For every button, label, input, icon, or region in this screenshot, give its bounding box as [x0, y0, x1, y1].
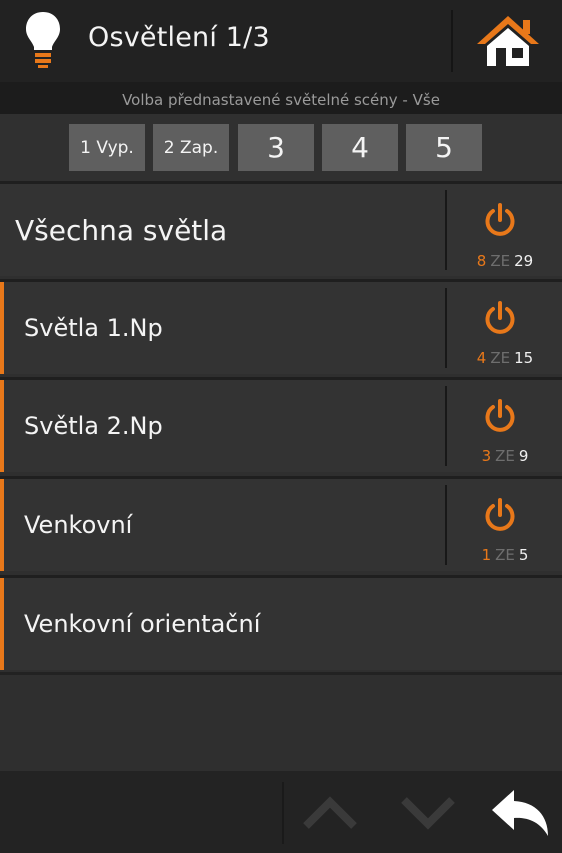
- header-divider: [451, 10, 453, 72]
- lights-on-count: 1 ZE 5: [448, 546, 562, 564]
- of-label: ZE: [490, 349, 511, 367]
- of-label: ZE: [495, 447, 515, 465]
- group-label: Všechna světla: [15, 213, 228, 247]
- row-divider: [445, 386, 447, 466]
- scene-button-1[interactable]: 1 Vyp.: [69, 124, 145, 171]
- footer-bar: [0, 771, 562, 853]
- lights-on-count: 3 ZE 9: [448, 447, 562, 465]
- row-divider: [445, 288, 447, 368]
- scene-button-2[interactable]: 2 Zap.: [153, 124, 229, 171]
- group-label: Venkovní: [24, 511, 133, 539]
- power-icon[interactable]: [482, 300, 518, 336]
- lights-on-count: 8 ZE 29: [448, 252, 562, 270]
- total-count: 5: [518, 546, 529, 564]
- page-title: Osvětlení 1/3: [88, 22, 270, 53]
- of-label: ZE: [490, 252, 511, 270]
- footer-divider: [282, 782, 284, 844]
- on-count: 1: [481, 546, 492, 564]
- light-bulb-icon: [26, 12, 60, 68]
- row-divider: [445, 485, 447, 565]
- row-accent: [0, 282, 4, 374]
- chevron-down-icon[interactable]: [398, 792, 458, 834]
- lights-on-count: 4 ZE 15: [448, 349, 562, 367]
- group-row-floor-1[interactable]: Světla 1.Np 4 ZE 15: [0, 279, 562, 374]
- row-accent: [0, 380, 4, 472]
- on-count: 8: [476, 252, 487, 270]
- group-row-outdoor-orientation[interactable]: Venkovní orientační: [0, 575, 562, 670]
- scene-button-5[interactable]: 5: [406, 124, 482, 171]
- group-label: Světla 1.Np: [24, 314, 163, 342]
- group-row-all-lights[interactable]: Všechna světla 8 ZE 29: [0, 181, 562, 276]
- on-count: 4: [476, 349, 487, 367]
- chevron-up-icon[interactable]: [300, 792, 360, 834]
- row-accent: [0, 479, 4, 571]
- group-label: Světla 2.Np: [24, 412, 163, 440]
- row-accent: [0, 578, 4, 670]
- scene-button-4[interactable]: 4: [322, 124, 398, 171]
- power-icon[interactable]: [482, 398, 518, 434]
- group-label: Venkovní orientační: [24, 610, 261, 638]
- on-count: 3: [481, 447, 492, 465]
- total-count: 15: [514, 349, 534, 367]
- total-count: 9: [518, 447, 529, 465]
- home-icon[interactable]: [475, 14, 541, 68]
- list-end-divider: [0, 672, 562, 675]
- group-row-floor-2[interactable]: Světla 2.Np 3 ZE 9: [0, 377, 562, 472]
- group-row-outdoor[interactable]: Venkovní 1 ZE 5: [0, 476, 562, 571]
- total-count: 29: [514, 252, 534, 270]
- scene-subtitle: Volba přednastavené světelné scény - Vše: [122, 91, 440, 109]
- power-icon[interactable]: [482, 202, 518, 238]
- power-icon[interactable]: [482, 497, 518, 533]
- back-arrow-icon[interactable]: [490, 788, 552, 838]
- of-label: ZE: [495, 546, 515, 564]
- row-divider: [445, 190, 447, 270]
- scene-button-3[interactable]: 3: [238, 124, 314, 171]
